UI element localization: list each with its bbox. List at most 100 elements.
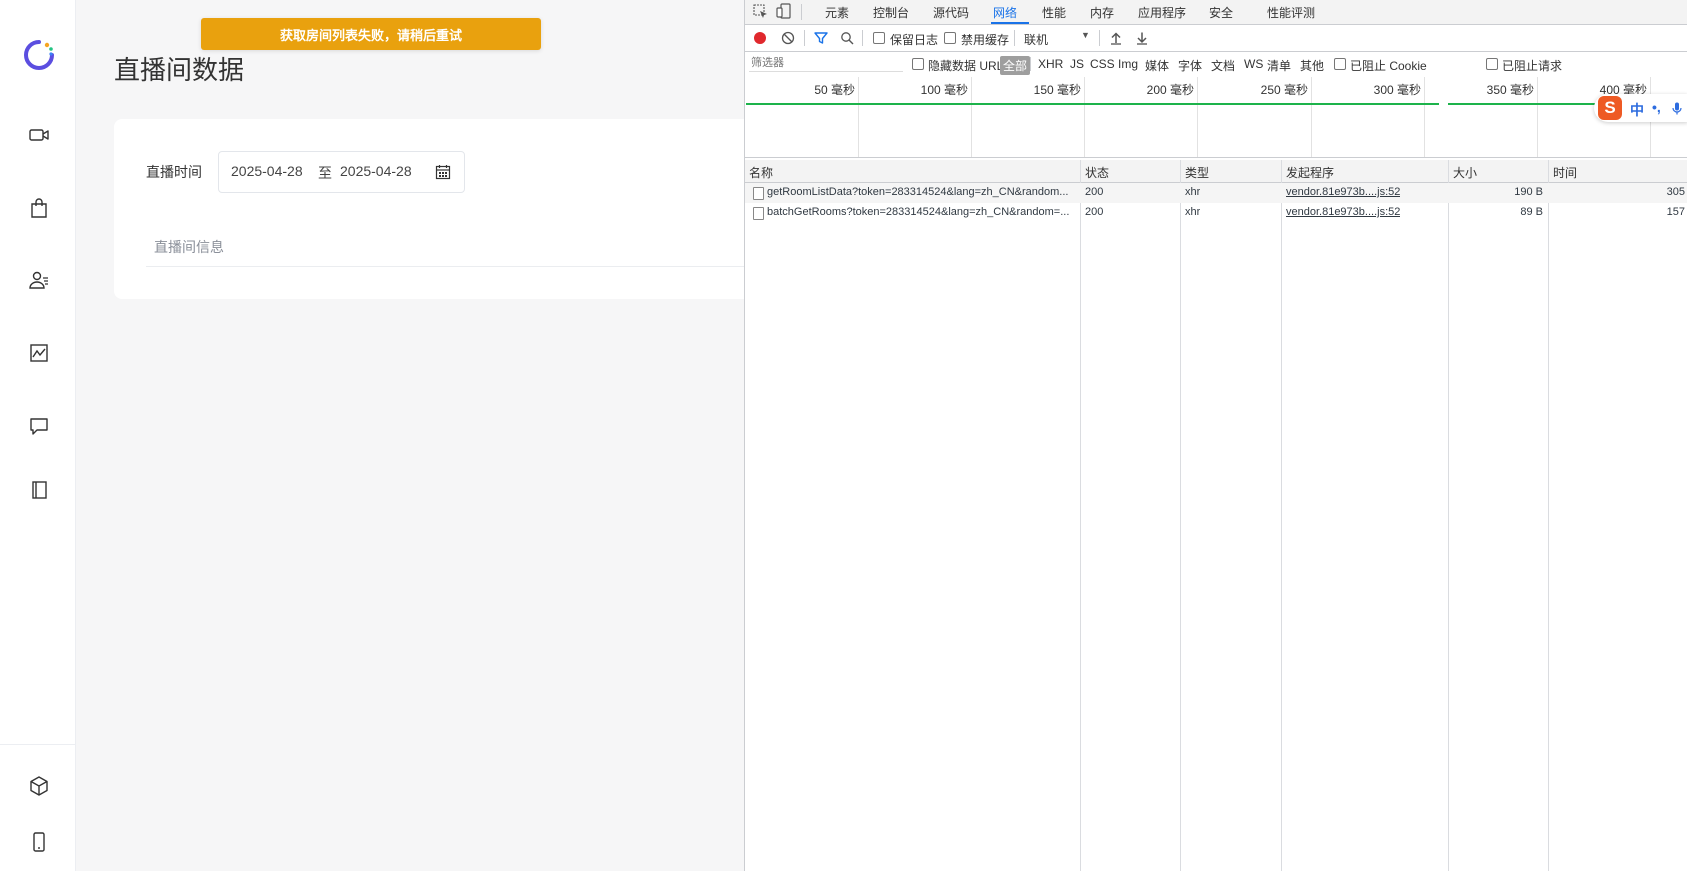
video-camera-icon[interactable] bbox=[25, 121, 53, 149]
filter-type-js[interactable]: JS bbox=[1070, 57, 1084, 71]
column-status[interactable]: 状态 bbox=[1085, 164, 1109, 181]
room-info-tab[interactable]: 直播间信息 bbox=[154, 237, 224, 257]
tab-separator bbox=[801, 4, 802, 20]
end-date[interactable]: 2025-04-28 bbox=[340, 163, 412, 179]
request-time: 157 bbox=[1666, 206, 1685, 218]
request-type: xhr bbox=[1185, 206, 1201, 218]
filter-type-css[interactable]: CSS bbox=[1090, 57, 1115, 71]
timeline-overview[interactable]: 50 毫秒 100 毫秒 150 毫秒 200 毫秒 250 毫秒 300 毫秒… bbox=[745, 77, 1687, 158]
timeline-label: 350 毫秒 bbox=[1486, 83, 1534, 97]
column-divider[interactable] bbox=[1080, 160, 1081, 871]
timeline-request-bar bbox=[746, 103, 1439, 105]
filter-type-doc[interactable]: 文档 bbox=[1211, 57, 1235, 74]
ime-language-toggle[interactable]: 中 bbox=[1630, 100, 1644, 120]
request-size: 89 B bbox=[1520, 206, 1543, 218]
disable-cache-checkbox[interactable] bbox=[944, 32, 956, 44]
column-type[interactable]: 类型 bbox=[1185, 164, 1209, 181]
timeline-gridline bbox=[1197, 77, 1198, 157]
devtools-panel: 元素 控制台 源代码 网络 性能 内存 应用程序 安全 性能评测 保留日志 禁用… bbox=[744, 0, 1687, 871]
hide-data-url-checkbox[interactable] bbox=[912, 58, 924, 70]
mobile-icon[interactable] bbox=[25, 828, 53, 856]
column-time[interactable]: 时间 bbox=[1553, 164, 1577, 181]
column-name[interactable]: 名称 bbox=[749, 164, 773, 181]
tab-memory[interactable]: 内存 bbox=[1090, 4, 1114, 21]
tab-performance[interactable]: 性能 bbox=[1042, 4, 1066, 21]
inspect-element-icon[interactable] bbox=[753, 4, 768, 19]
filter-type-font[interactable]: 字体 bbox=[1178, 57, 1202, 74]
book-icon[interactable] bbox=[25, 476, 53, 504]
tab-lighthouse[interactable]: 性能评测 bbox=[1267, 4, 1315, 21]
column-size[interactable]: 大小 bbox=[1453, 164, 1477, 181]
blocked-requests-checkbox[interactable] bbox=[1486, 58, 1498, 70]
column-divider[interactable] bbox=[1448, 160, 1449, 871]
timeline-label: 100 毫秒 bbox=[920, 83, 968, 97]
shopping-bag-icon[interactable] bbox=[25, 194, 53, 222]
tab-application[interactable]: 应用程序 bbox=[1138, 4, 1186, 21]
hide-data-url-label: 隐藏数据 URL bbox=[928, 59, 1004, 73]
device-toolbar-icon[interactable] bbox=[776, 3, 792, 19]
request-row[interactable]: getRoomListData?token=283314524&lang=zh_… bbox=[745, 183, 1687, 203]
blocked-cookies-checkbox[interactable] bbox=[1334, 58, 1346, 70]
filter-type-media[interactable]: 媒体 bbox=[1145, 57, 1169, 74]
column-divider[interactable] bbox=[1180, 160, 1181, 871]
blocked-requests-label: 已阻止请求 bbox=[1502, 59, 1563, 73]
throttle-select[interactable]: 联机 bbox=[1024, 31, 1048, 48]
request-name[interactable]: batchGetRooms?token=283314524&lang=zh_CN… bbox=[767, 206, 1075, 218]
file-icon bbox=[753, 187, 764, 200]
cube-icon[interactable] bbox=[25, 772, 53, 800]
date-separator: 至 bbox=[318, 165, 332, 181]
chevron-down-icon[interactable]: ▼ bbox=[1081, 30, 1090, 40]
clear-icon[interactable] bbox=[781, 31, 795, 45]
filter-separator bbox=[1030, 57, 1031, 71]
column-divider[interactable] bbox=[1281, 160, 1282, 871]
request-name[interactable]: getRoomListData?token=283314524&lang=zh_… bbox=[767, 186, 1075, 198]
filter-bar: 隐藏数据 URL 全部 XHR JS CSS Img 媒体 字体 文档 WS 清… bbox=[745, 52, 1687, 78]
export-har-icon[interactable] bbox=[1135, 31, 1149, 45]
timeline-label: 150 毫秒 bbox=[1033, 83, 1081, 97]
filter-type-other[interactable]: 其他 bbox=[1300, 57, 1324, 74]
timeline-gridline bbox=[1311, 77, 1312, 157]
filter-type-img[interactable]: Img bbox=[1118, 57, 1138, 71]
filter-icon[interactable] bbox=[814, 31, 828, 45]
preserve-log-checkbox[interactable] bbox=[873, 32, 885, 44]
request-initiator-link[interactable]: vendor.81e973b....js:52 bbox=[1286, 186, 1400, 198]
search-icon[interactable] bbox=[840, 31, 854, 45]
date-filter-label: 直播时间 bbox=[146, 164, 202, 180]
file-icon bbox=[753, 207, 764, 220]
start-date[interactable]: 2025-04-28 bbox=[231, 163, 303, 179]
tab-sources[interactable]: 源代码 bbox=[933, 4, 969, 21]
filter-type-xhr[interactable]: XHR bbox=[1038, 57, 1063, 71]
app-logo[interactable] bbox=[22, 38, 56, 72]
date-range-picker[interactable]: 2025-04-28 至 2025-04-28 bbox=[218, 151, 465, 193]
column-divider[interactable] bbox=[1548, 160, 1549, 871]
tab-console[interactable]: 控制台 bbox=[873, 4, 909, 21]
import-har-icon[interactable] bbox=[1109, 31, 1123, 45]
microphone-icon[interactable] bbox=[1672, 102, 1682, 115]
ime-logo-icon[interactable]: S bbox=[1598, 96, 1622, 120]
blocked-cookies-label: 已阻止 Cookie bbox=[1350, 59, 1427, 73]
network-toolbar: 保留日志 禁用缓存 联机 ▼ bbox=[745, 25, 1687, 52]
ime-punctuation-toggle[interactable]: •, bbox=[1652, 99, 1661, 115]
chart-icon[interactable] bbox=[25, 339, 53, 367]
calendar-icon[interactable] bbox=[435, 164, 451, 180]
request-row[interactable]: batchGetRooms?token=283314524&lang=zh_CN… bbox=[745, 203, 1687, 223]
message-icon[interactable] bbox=[25, 412, 53, 440]
timeline-gridline bbox=[1537, 77, 1538, 157]
tab-elements[interactable]: 元素 bbox=[825, 4, 849, 21]
timeline-gridline bbox=[1084, 77, 1085, 157]
column-initiator[interactable]: 发起程序 bbox=[1286, 164, 1334, 181]
request-time: 305 bbox=[1666, 186, 1685, 198]
filter-input[interactable] bbox=[749, 55, 903, 72]
tab-divider bbox=[146, 266, 744, 267]
ime-toolbar[interactable]: S 中 •, bbox=[1594, 94, 1687, 122]
request-initiator-link[interactable]: vendor.81e973b....js:52 bbox=[1286, 206, 1400, 218]
tab-network[interactable]: 网络 bbox=[993, 4, 1017, 21]
record-icon[interactable] bbox=[753, 31, 767, 45]
request-status: 200 bbox=[1085, 206, 1104, 218]
filter-type-ws[interactable]: WS bbox=[1244, 57, 1263, 71]
timeline-label: 50 毫秒 bbox=[814, 83, 855, 97]
tab-security[interactable]: 安全 bbox=[1209, 4, 1233, 21]
filter-type-all[interactable]: 全部 bbox=[1000, 56, 1031, 75]
user-list-icon[interactable] bbox=[25, 266, 53, 294]
filter-type-manifest[interactable]: 清单 bbox=[1267, 57, 1291, 74]
